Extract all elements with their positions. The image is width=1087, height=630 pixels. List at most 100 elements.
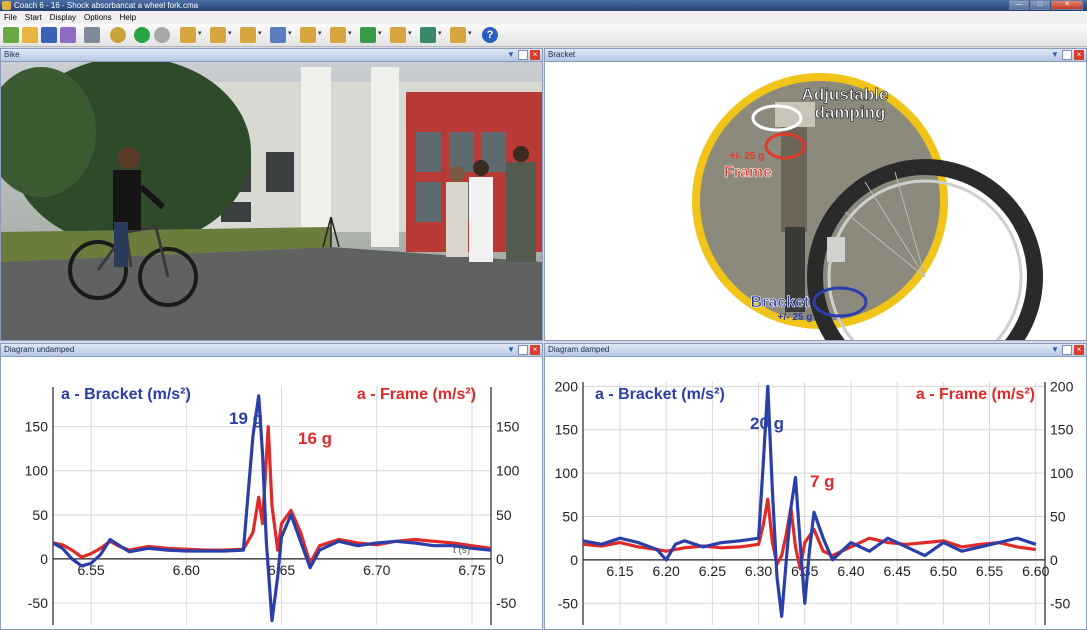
bracket-range-label: +/- 25 g [778, 312, 813, 323]
title-bar: Coach 6 - 16 - Shock absorbancat a wheel… [0, 0, 1087, 11]
x-tick-label: 6.30 [745, 563, 772, 579]
window-controls: — □ ✕ [1008, 0, 1083, 11]
menu-start[interactable]: Start [21, 11, 46, 24]
y-tick-label-right: -50 [496, 595, 516, 611]
y-tick-label-left: 100 [25, 463, 49, 479]
y-tick-label-left: 150 [555, 422, 579, 438]
y-tick-label-left: 100 [555, 465, 579, 481]
panel-header: Diagram undamped ▼ × [1, 344, 542, 357]
maximize-panel-button[interactable] [1062, 345, 1072, 355]
frame-peak-label: 16 g [298, 429, 332, 448]
maximize-panel-button[interactable] [518, 345, 528, 355]
menu-file[interactable]: File [0, 11, 21, 24]
x-tick-label: 6.35 [791, 563, 818, 579]
grid [583, 382, 1045, 625]
close-panel-button[interactable]: × [530, 50, 540, 60]
y-tick-label-left: 0 [570, 552, 578, 568]
damping-label: damping [815, 103, 886, 122]
bracket-label: Bracket [751, 294, 810, 311]
menu-options[interactable]: Options [80, 11, 116, 24]
video-view[interactable] [1, 62, 542, 340]
image-view: Adjustable damping +/- 25 g Frame Bracke… [545, 62, 1086, 340]
bracket-panel: Bracket ▼ × Adjustable damping +/- 25 g … [544, 48, 1087, 341]
coach-window: Coach 6 - 16 - Shock absorbancat a wheel… [0, 0, 1087, 630]
grid-icon[interactable] [270, 27, 292, 43]
column-right [371, 67, 399, 247]
y-tick-label-right: 150 [496, 419, 520, 435]
chevron-down-icon[interactable]: ▼ [1050, 50, 1060, 60]
maximize-panel-button[interactable] [1062, 50, 1072, 60]
frame-label: Frame [724, 164, 772, 181]
y-tick-label-left: -50 [28, 595, 48, 611]
chevron-down-icon[interactable]: ▼ [506, 50, 516, 60]
video-icon[interactable] [300, 27, 322, 43]
chevron-down-icon[interactable]: ▼ [506, 345, 516, 355]
frame-series-line [52, 425, 492, 565]
left-axis-label: a - Bracket (m/s²) [595, 386, 725, 403]
maximize-button[interactable]: □ [1030, 0, 1050, 10]
axes: 200 200 150 150 100 100 50 50 0 0 -50 -50 6.15 6.20 6.… [555, 378, 1074, 625]
adjustable-label: Adjustable [802, 85, 889, 104]
x-tick-label: 6.55 [976, 563, 1003, 579]
settings-icon[interactable] [450, 27, 472, 43]
bike-panel: Bike ▼ × [0, 48, 543, 341]
undamped-chart[interactable]: 150 150 100 100 50 50 0 0 -50 -50 6.55 6.60 6.65 6.70… [1, 357, 542, 629]
series-lines [52, 394, 492, 623]
minimize-button[interactable]: — [1009, 0, 1029, 10]
chart-icon[interactable] [210, 27, 232, 43]
damped-chart[interactable]: 200 200 150 150 100 100 50 50 0 0 -50 -50 6.15 6.20 6.… [545, 357, 1086, 629]
table-icon[interactable] [180, 27, 202, 43]
panel-title: Bracket [548, 50, 576, 59]
damped-panel: Diagram damped ▼ × 200 200 150 150 100 100 50 5… [544, 343, 1087, 630]
print-icon[interactable] [84, 27, 100, 43]
close-button[interactable]: ✕ [1051, 0, 1083, 10]
close-panel-button[interactable]: × [1074, 345, 1084, 355]
close-panel-button[interactable]: × [1074, 50, 1084, 60]
bracket-peak-label: 19 g [229, 409, 263, 428]
start-icon[interactable] [134, 27, 150, 43]
series-lines [582, 384, 1037, 618]
frame-range-label: +/- 25 g [730, 151, 765, 162]
panel-header: Bracket ▼ × [545, 49, 1086, 62]
y-tick-label-right: 100 [496, 463, 520, 479]
y-tick-label-right: 50 [496, 507, 512, 523]
save-icon[interactable] [41, 27, 57, 43]
x-tick-label: 6.15 [606, 563, 633, 579]
chevron-down-icon[interactable]: ▼ [1050, 345, 1060, 355]
properties-icon[interactable] [60, 27, 76, 43]
bracket-peak-label: 20 g [750, 414, 784, 433]
y-tick-label-left: 150 [25, 419, 49, 435]
time-unit-label: t (s) [453, 545, 470, 556]
right-axis-label: a - Frame (m/s²) [357, 386, 476, 403]
panel-header: Bike ▼ × [1, 49, 542, 62]
program-icon[interactable] [420, 27, 442, 43]
y-tick-label-left: 0 [40, 551, 48, 567]
help-icon[interactable]: ? [482, 27, 498, 43]
y-tick-label-right: 100 [1050, 465, 1074, 481]
left-axis-label: a - Bracket (m/s²) [61, 386, 191, 403]
text-icon[interactable] [330, 27, 352, 43]
x-tick-label: 6.20 [653, 563, 680, 579]
app-icon [2, 1, 11, 10]
y-tick-label-left: 50 [562, 509, 578, 525]
panel-header: Diagram damped ▼ × [545, 344, 1086, 357]
open-icon[interactable] [3, 27, 19, 43]
menu-display[interactable]: Display [46, 11, 80, 24]
stop-icon[interactable] [154, 27, 170, 43]
panel-title: Diagram damped [548, 345, 610, 354]
y-tick-label-right: 0 [496, 551, 504, 567]
column-left [301, 67, 331, 247]
x-tick-label: 6.75 [458, 562, 485, 578]
stopwatch-icon[interactable] [110, 27, 126, 43]
image-icon[interactable] [360, 27, 382, 43]
y-tick-label-right: 200 [1050, 378, 1074, 394]
panel-title: Diagram undamped [4, 345, 75, 354]
y-tick-label-right: 50 [1050, 509, 1066, 525]
open-folder-icon[interactable] [22, 27, 38, 43]
maximize-panel-button[interactable] [518, 50, 528, 60]
close-panel-button[interactable]: × [530, 345, 540, 355]
meter-icon[interactable] [390, 27, 412, 43]
diagram-icon[interactable] [240, 27, 262, 43]
x-tick-label: 6.50 [930, 563, 957, 579]
menu-help[interactable]: Help [116, 11, 140, 24]
